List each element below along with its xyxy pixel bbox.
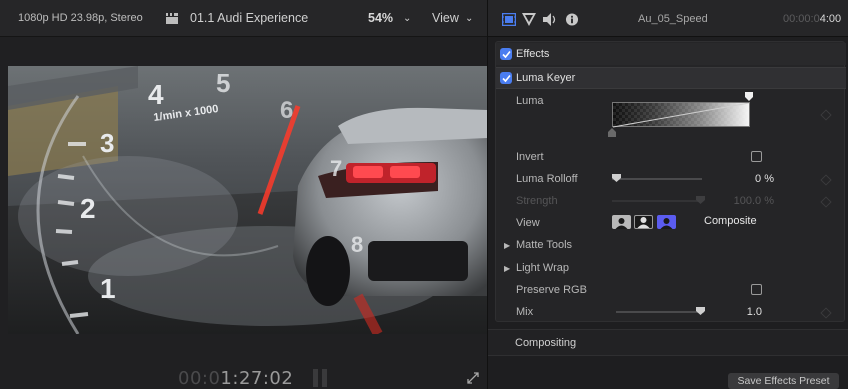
person-silhouette-icon — [615, 218, 628, 229]
view-label: View — [516, 217, 540, 229]
disclosure-triangle-icon[interactable]: ▶ — [504, 241, 510, 250]
effects-panel: Effects Luma Keyer Luma Invert Luma Roll… — [495, 41, 846, 322]
inspector-timecode-bright: 4:00 — [819, 13, 842, 25]
luma-keyer-label: Luma Keyer — [516, 72, 576, 84]
luma-keyer-header[interactable]: Luma Keyer — [496, 67, 846, 89]
mix-slider-track[interactable] — [616, 311, 704, 313]
color-inspector-tab-icon[interactable] — [522, 13, 536, 26]
luma-black-point-handle[interactable] — [607, 127, 617, 137]
chevron-down-icon[interactable]: ⌄ — [403, 13, 411, 24]
svg-text:8: 8 — [351, 232, 363, 257]
strength-value: 100.0 % — [733, 195, 774, 207]
timecode-dim-part: 00:0 — [178, 368, 221, 389]
luma-rolloff-slider-track[interactable] — [612, 178, 702, 180]
effects-enable-checkbox[interactable] — [500, 48, 512, 60]
clip-title: 01.1 Audi Experience — [190, 11, 309, 25]
preserve-rgb-checkbox[interactable] — [751, 284, 762, 295]
view-menu[interactable]: View — [432, 11, 459, 25]
preserve-rgb-label: Preserve RGB — [516, 284, 587, 296]
keyframe-button — [820, 196, 832, 208]
mix-value[interactable]: 1.0 — [732, 306, 762, 318]
inspector-header: Au_05_Speed 00:00:04:00 — [488, 0, 848, 37]
luma-rolloff-value[interactable]: 0 % — [726, 173, 774, 185]
svg-text:2: 2 — [80, 193, 96, 224]
person-silhouette-icon — [637, 217, 650, 228]
luma-curve-graph[interactable] — [612, 102, 750, 128]
inspector: Au_05_Speed 00:00:04:00 Effects Luma Key… — [487, 0, 848, 389]
inspector-timecode: 00:00:04:00 — [783, 13, 841, 25]
inspector-timecode-dim: 00:00:0 — [783, 13, 820, 25]
luma-rolloff-label: Luma Rolloff — [516, 173, 578, 185]
keyframe-button[interactable] — [820, 307, 832, 319]
luma-label: Luma — [516, 95, 544, 107]
video-inspector-tab-icon[interactable] — [502, 13, 516, 26]
invert-label: Invert — [516, 151, 544, 163]
svg-text:1: 1 — [100, 273, 116, 304]
audio-inspector-tab-icon[interactable] — [543, 13, 557, 26]
effects-section-header[interactable]: Effects — [496, 43, 846, 65]
compositing-section[interactable]: Compositing — [488, 329, 848, 356]
format-label: 1080p HD 23.98p, Stereo — [18, 12, 143, 24]
light-wrap-label[interactable]: Light Wrap — [516, 262, 569, 274]
strength-label: Strength — [516, 195, 558, 207]
luma-white-point-handle[interactable] — [744, 92, 754, 102]
zoom-level-menu[interactable]: 54% — [368, 11, 393, 25]
view-original-button[interactable] — [634, 215, 653, 229]
timecode-bright-part: 1:27:02 — [220, 368, 294, 389]
chevron-down-icon[interactable]: ⌄ — [465, 13, 473, 24]
save-effects-preset-button[interactable]: Save Effects Preset — [728, 373, 839, 389]
svg-text:5: 5 — [216, 68, 230, 98]
invert-checkbox[interactable] — [751, 151, 762, 162]
inspector-clip-name: Au_05_Speed — [638, 13, 708, 25]
clapperboard-icon — [166, 13, 178, 24]
fullscreen-icon[interactable] — [467, 372, 479, 384]
person-silhouette-icon — [660, 218, 673, 229]
view-composite-button[interactable] — [657, 215, 676, 229]
effects-label: Effects — [516, 48, 550, 60]
luma-keyer-enable-checkbox[interactable] — [500, 72, 512, 84]
viewer-header: 1080p HD 23.98p, Stereo 01.1 Audi Experi… — [0, 0, 487, 37]
svg-text:4: 4 — [148, 79, 164, 110]
view-matte-button[interactable] — [612, 215, 631, 229]
mix-label: Mix — [516, 306, 534, 318]
viewer: 1080p HD 23.98p, Stereo 01.1 Audi Experi… — [0, 0, 487, 389]
video-frame[interactable]: 4 5 6 3 2 1 7 8 1/min x 1000 — [8, 66, 487, 334]
strength-slider-knob — [696, 196, 705, 204]
svg-text:3: 3 — [100, 128, 114, 158]
compositing-label: Compositing — [515, 337, 577, 349]
speedometer-car-image: 4 5 6 3 2 1 7 8 1/min x 1000 — [8, 66, 487, 334]
viewer-timecode: 00:01:27:02 — [178, 368, 293, 389]
strength-slider-track — [612, 200, 702, 202]
matte-tools-label[interactable]: Matte Tools — [516, 239, 572, 251]
luma-rolloff-slider-knob[interactable] — [612, 174, 621, 182]
svg-text:7: 7 — [330, 156, 342, 181]
keyframe-button[interactable] — [820, 174, 832, 186]
info-inspector-tab-icon[interactable] — [565, 13, 579, 26]
view-mode-value: Composite — [704, 215, 757, 227]
luma-curve-line — [613, 103, 750, 128]
audio-meter-mini[interactable] — [313, 369, 331, 389]
disclosure-triangle-icon[interactable]: ▶ — [504, 264, 510, 273]
mix-slider-knob[interactable] — [696, 307, 705, 315]
keyframe-button[interactable] — [820, 109, 832, 121]
